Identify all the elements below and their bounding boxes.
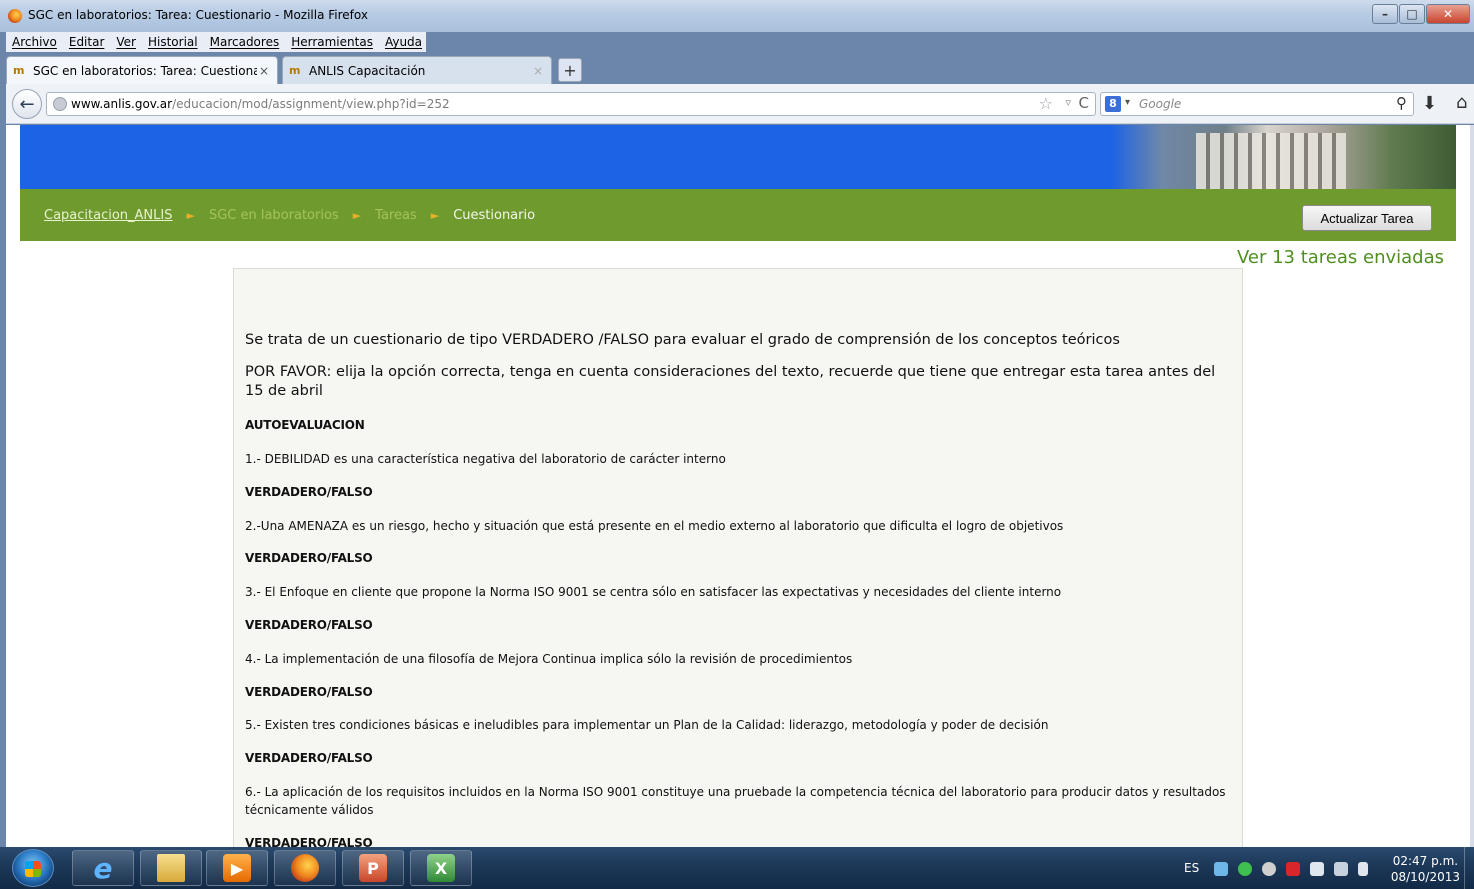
taskbar-powerpoint[interactable]: P	[342, 850, 404, 886]
action-center-flag-icon[interactable]	[1358, 862, 1368, 876]
search-bar[interactable]: 8 ▾ Google ⚲	[1100, 92, 1414, 116]
menu-archivo[interactable]: Archivo	[12, 35, 57, 49]
tab-label: ANLIS Capacitación	[309, 63, 426, 78]
breadcrumb-separator-icon: ►	[186, 209, 195, 222]
ie-icon: e	[93, 851, 113, 885]
search-icon[interactable]: ⚲	[1396, 94, 1407, 112]
breadcrumb-tareas[interactable]: Tareas	[375, 208, 417, 223]
menu-historial[interactable]: Historial	[148, 35, 198, 49]
menu-editar[interactable]: Editar	[69, 35, 105, 49]
intro-paragraph: Se trata de un cuestionario de tipo VERD…	[245, 332, 1120, 348]
breadcrumb-separator-icon: ►	[430, 209, 440, 222]
new-tab-button[interactable]: +	[558, 58, 582, 82]
engine-dropdown-icon[interactable]: ▾	[1125, 97, 1130, 108]
taskbar-file-explorer[interactable]	[140, 850, 202, 886]
powerpoint-icon: P	[359, 854, 387, 882]
question-item: 1.- DEBILIDAD es una característica nega…	[245, 452, 726, 466]
question-item: 5.- Existen tres condiciones básicas e i…	[245, 718, 1049, 732]
desktop-screen: SGC en laboratorios: Tarea: Cuestionario…	[0, 0, 1474, 889]
answer-label: VERDADERO/FALSO	[245, 485, 373, 499]
section-heading: AUTOEVALUACION	[245, 418, 365, 432]
sync-icon[interactable]	[1238, 862, 1252, 876]
home-icon[interactable]: ⌂	[1456, 92, 1467, 113]
breadcrumb-separator-icon: ►	[352, 209, 362, 222]
tab-anlis-capacitacion[interactable]: m ANLIS Capacitación ×	[282, 56, 552, 84]
answer-label: VERDADERO/FALSO	[245, 551, 373, 565]
instructions-paragraph: POR FAVOR: elija la opción correcta, ten…	[245, 364, 1216, 399]
tab-strip: m SGC en laboratorios: Tarea: Cuestiona.…	[6, 54, 1474, 84]
bookmark-star-icon[interactable]: ☆	[1039, 94, 1053, 113]
page-viewport: Capacitacion_ANLIS ► SGC en laboratorios…	[6, 125, 1470, 847]
url-bar[interactable]: www.anlis.gov.ar/educacion/mod/assignmen…	[46, 92, 1096, 116]
tab-close-icon[interactable]: ×	[257, 64, 271, 78]
power-icon[interactable]	[1262, 862, 1276, 876]
breadcrumb-capacitacion[interactable]: Capacitacion_ANLIS	[44, 208, 172, 223]
taskbar-internet-explorer[interactable]: e	[72, 850, 134, 886]
answer-label: VERDADERO/FALSO	[245, 751, 373, 765]
moodle-favicon-icon: m	[289, 63, 301, 77]
clock-time: 02:47 p.m.	[1392, 854, 1459, 868]
folder-icon	[157, 854, 185, 882]
breadcrumb-sgc[interactable]: SGC en laboratorios	[209, 208, 339, 223]
view-submissions-link[interactable]: Ver 13 tareas enviadas	[1237, 247, 1444, 268]
update-assignment-button[interactable]: Actualizar Tarea	[1302, 205, 1432, 231]
moodle-favicon-icon: m	[13, 63, 25, 77]
show-desktop-button[interactable]	[1464, 847, 1474, 889]
start-button[interactable]	[12, 849, 54, 887]
answer-label: VERDADERO/FALSO	[245, 685, 373, 699]
dropbox-icon[interactable]	[1214, 862, 1228, 876]
url-text[interactable]: www.anlis.gov.ar/educacion/mod/assignmen…	[71, 97, 450, 111]
reload-icon[interactable]: C	[1079, 94, 1089, 112]
taskbar-media-player[interactable]: ▶	[206, 850, 268, 886]
download-icon[interactable]: ⬇	[1422, 93, 1437, 114]
taskbar-excel[interactable]: X	[410, 850, 472, 886]
menu-ayuda[interactable]: Ayuda	[385, 35, 422, 49]
menu-herramientas[interactable]: Herramientas	[291, 35, 373, 49]
windows-taskbar: e ▶ P X ES 02:47 p.m. 08/10/2013	[0, 847, 1474, 889]
close-window-button[interactable]: ✕	[1426, 4, 1470, 24]
clock-date: 08/10/2013	[1390, 870, 1460, 884]
site-identity-icon[interactable]	[53, 97, 67, 111]
tab-label: SGC en laboratorios: Tarea: Cuestiona...	[33, 63, 257, 78]
navigation-toolbar: ← www.anlis.gov.ar/educacion/mod/assignm…	[6, 84, 1474, 124]
window-titlebar[interactable]: SGC en laboratorios: Tarea: Cuestionario…	[0, 0, 1474, 32]
window-controls: – □ ✕	[1371, 4, 1470, 26]
question-item: 6.- La aplicación de los requisitos incl…	[245, 785, 1226, 817]
search-input[interactable]: Google	[1139, 97, 1181, 111]
vertical-scrollbar[interactable]	[1470, 125, 1474, 847]
amd-icon[interactable]	[1286, 862, 1300, 876]
question-item: 3.- El Enfoque en cliente que propone la…	[245, 585, 1062, 599]
assignment-intro-box: Se trata de un cuestionario de tipo VERD…	[233, 268, 1243, 847]
answer-label: VERDADERO/FALSO	[245, 618, 373, 632]
breadcrumb-bar: Capacitacion_ANLIS ► SGC en laboratorios…	[20, 189, 1456, 241]
tab-close-icon[interactable]: ×	[531, 64, 545, 78]
menu-bar: Archivo Editar Ver Historial Marcadores …	[6, 32, 426, 52]
question-item: 4.- La implementación de una filosofía d…	[245, 652, 853, 666]
breadcrumb: Capacitacion_ANLIS ► SGC en laboratorios…	[44, 208, 535, 223]
menu-marcadores[interactable]: Marcadores	[210, 35, 280, 49]
url-dropdown-icon[interactable]: ▿	[1065, 96, 1071, 109]
maximize-button[interactable]: □	[1399, 4, 1425, 24]
site-header-banner	[20, 125, 1456, 189]
system-tray: ES 02:47 p.m. 08/10/2013	[1154, 847, 1474, 889]
excel-icon: X	[427, 854, 455, 882]
taskbar-firefox[interactable]	[274, 850, 336, 886]
building-photo	[1036, 125, 1456, 189]
answer-label: VERDADERO/FALSO	[245, 836, 373, 847]
tab-sgc-cuestionario[interactable]: m SGC en laboratorios: Tarea: Cuestiona.…	[6, 56, 278, 84]
window-title: SGC en laboratorios: Tarea: Cuestionario…	[28, 8, 368, 22]
taskbar-clock[interactable]: 02:47 p.m. 08/10/2013	[1391, 853, 1460, 885]
minimize-button[interactable]: –	[1372, 4, 1398, 24]
back-button[interactable]: ←	[12, 89, 42, 119]
network-icon[interactable]	[1334, 862, 1348, 876]
firefox-logo-icon	[8, 9, 22, 23]
media-player-icon: ▶	[223, 854, 251, 882]
google-engine-icon[interactable]: 8	[1105, 96, 1121, 112]
breadcrumb-cuestionario: Cuestionario	[453, 208, 536, 223]
volume-icon[interactable]	[1310, 862, 1324, 876]
language-indicator[interactable]: ES	[1184, 861, 1199, 875]
menu-ver[interactable]: Ver	[116, 35, 136, 49]
firefox-icon	[291, 854, 319, 882]
question-item: 2.-Una AMENAZA es un riesgo, hecho y sit…	[245, 519, 1064, 533]
